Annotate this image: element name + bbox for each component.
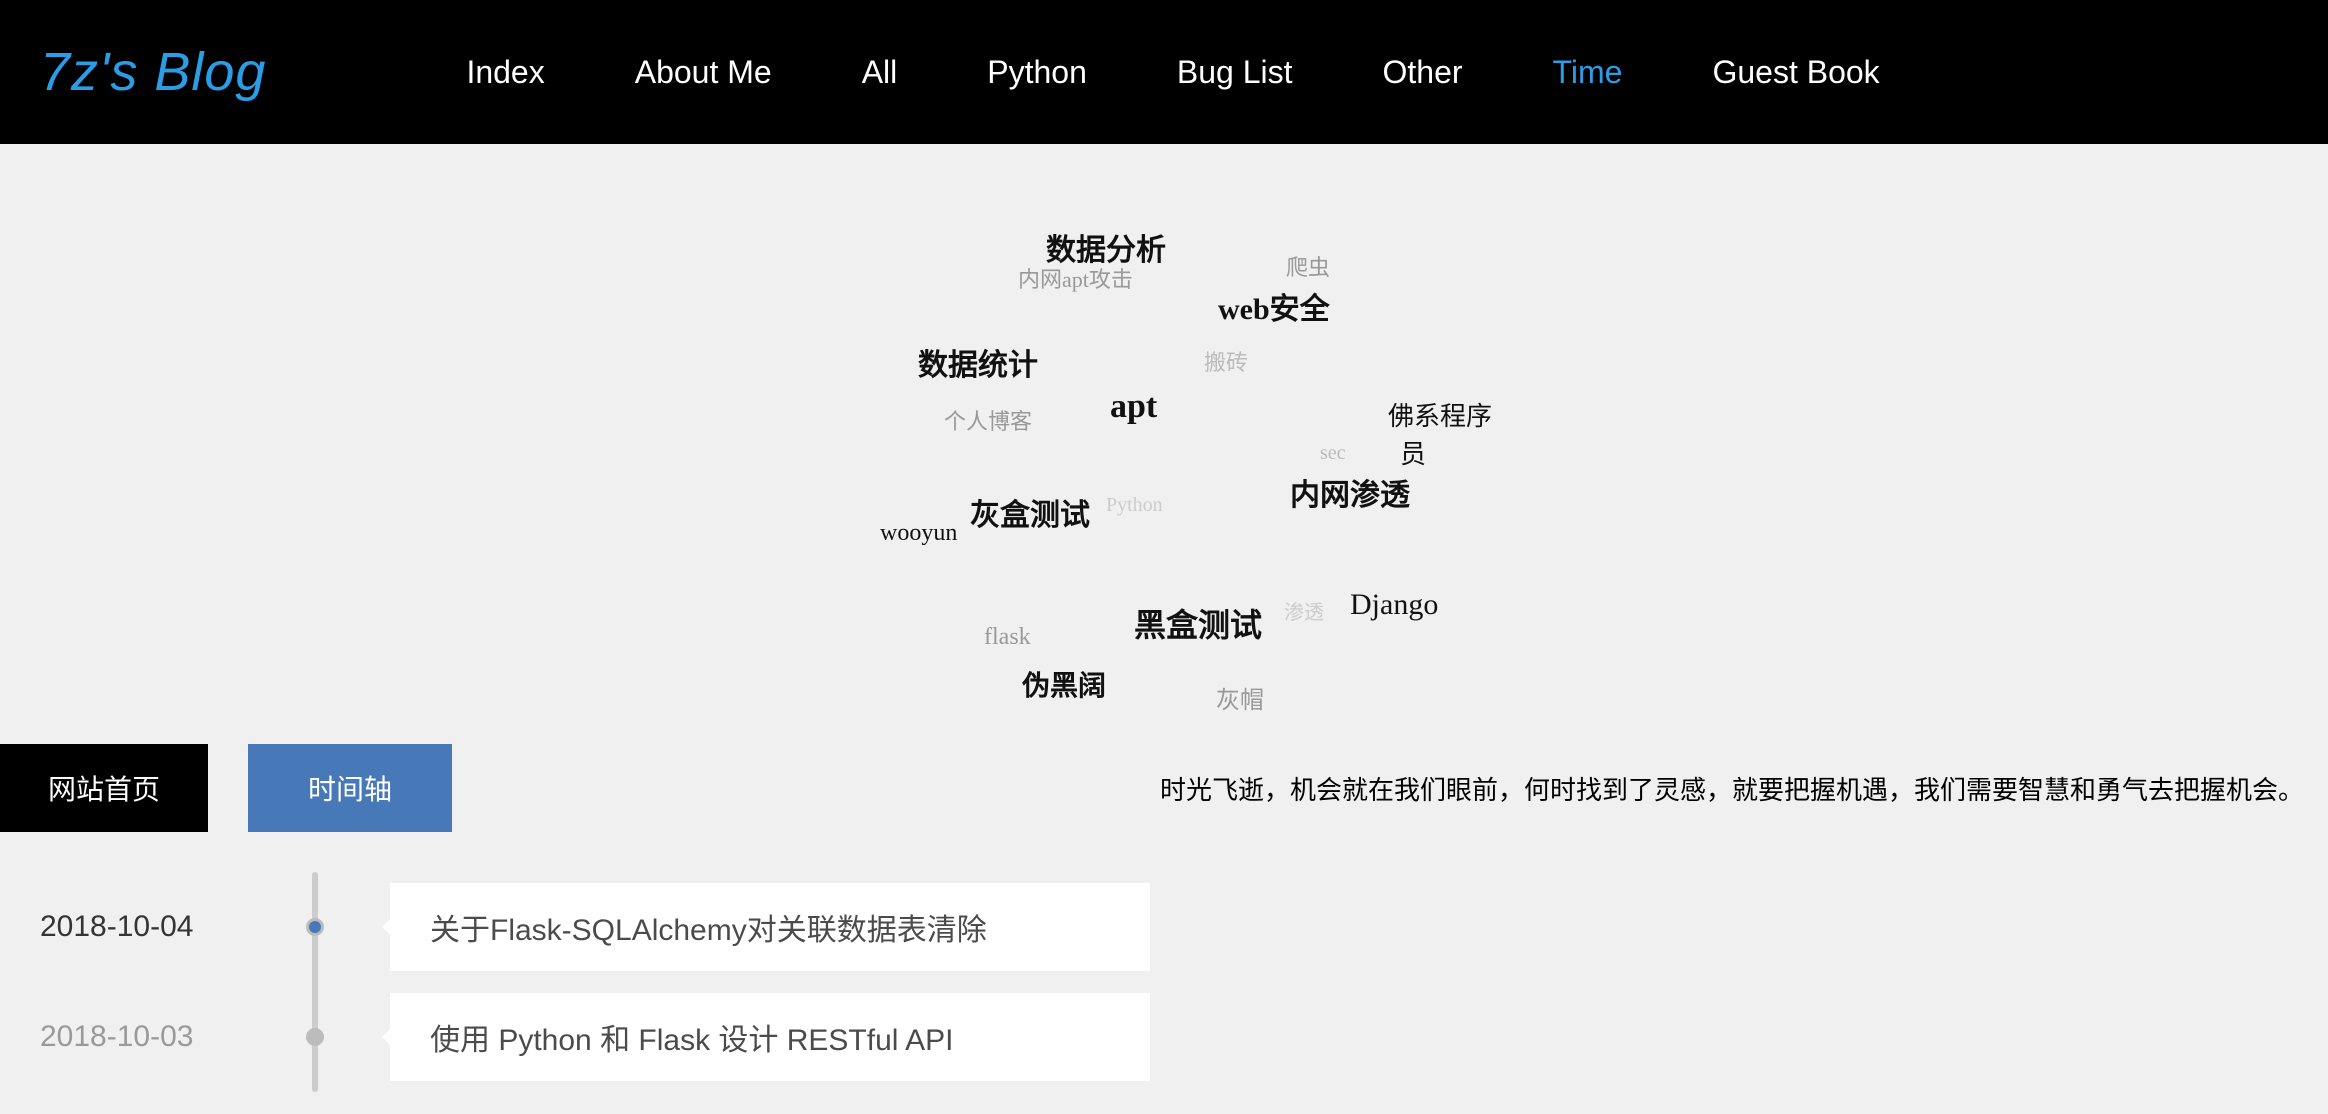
tab-row: 网站首页 时间轴 时光飞逝，机会就在我们眼前，何时找到了灵感，就要把握机遇，我们… bbox=[0, 744, 2328, 832]
nav-item-about-me[interactable]: About Me bbox=[635, 54, 772, 91]
tag-cloud-item[interactable]: 灰帽 bbox=[1216, 680, 1264, 715]
nav-item-python[interactable]: Python bbox=[987, 54, 1087, 91]
timeline-card[interactable]: 使用 Python 和 Flask 设计 RESTful API bbox=[390, 993, 1150, 1081]
tag-cloud-item[interactable]: 伪黑阔 bbox=[1022, 664, 1106, 704]
tab-home[interactable]: 网站首页 bbox=[0, 744, 208, 832]
tag-cloud-item[interactable]: flask bbox=[984, 624, 1031, 651]
tag-cloud: 数据分析内网apt攻击爬虫web安全数据统计搬砖个人博客apt佛系程序sec员内… bbox=[0, 144, 2328, 744]
header: 7z's Blog Index About Me All Python Bug List… bbox=[0, 0, 2328, 144]
tag-cloud-item[interactable]: apt bbox=[1110, 388, 1157, 426]
tag-cloud-item[interactable]: 个人博客 bbox=[944, 404, 1032, 436]
tag-cloud-item[interactable]: 爬虫 bbox=[1286, 250, 1330, 282]
nav-item-other[interactable]: Other bbox=[1383, 54, 1463, 91]
site-logo[interactable]: 7z's Blog bbox=[40, 41, 266, 103]
timeline-date: 2018-10-03 bbox=[40, 1020, 270, 1054]
timeline-item: 2018-10-03 使用 Python 和 Flask 设计 RESTful A… bbox=[40, 982, 2328, 1092]
tag-cloud-item[interactable]: 渗透 bbox=[1284, 596, 1324, 625]
tag-cloud-item[interactable]: Django bbox=[1350, 588, 1438, 622]
nav-item-bug-list[interactable]: Bug List bbox=[1177, 54, 1293, 91]
tag-cloud-item[interactable]: wooyun bbox=[880, 520, 957, 547]
timeline-card[interactable]: 关于Flask-SQLAlchemy对关联数据表清除 bbox=[390, 883, 1150, 971]
tag-cloud-item[interactable]: 内网渗透 bbox=[1290, 470, 1410, 514]
timeline-dot-icon bbox=[306, 918, 324, 936]
tag-cloud-item[interactable]: sec bbox=[1320, 442, 1346, 465]
nav-item-index[interactable]: Index bbox=[466, 54, 544, 91]
timeline-date: 2018-10-04 bbox=[40, 910, 270, 944]
quote-text: 时光飞逝，机会就在我们眼前，何时找到了灵感，就要把握机遇，我们需要智慧和勇气去把… bbox=[1160, 770, 2328, 807]
tag-cloud-item[interactable]: 数据统计 bbox=[918, 340, 1038, 384]
tab-timeline[interactable]: 时间轴 bbox=[248, 744, 452, 832]
timeline-item: 2018-10-04 关于Flask-SQLAlchemy对关联数据表清除 bbox=[40, 872, 2328, 982]
nav-item-guest-book[interactable]: Guest Book bbox=[1712, 54, 1879, 91]
nav-item-all[interactable]: All bbox=[862, 54, 898, 91]
nav-item-time[interactable]: Time bbox=[1553, 54, 1623, 91]
tag-cloud-item[interactable]: 灰盒测试 bbox=[970, 490, 1090, 534]
timeline: 2018-10-04关于Flask-SQLAlchemy对关联数据表清除2018… bbox=[40, 832, 2328, 1092]
tag-cloud-item[interactable]: 黑盒测试 bbox=[1134, 600, 1262, 646]
tag-cloud-item[interactable]: 佛系程序 bbox=[1388, 396, 1492, 433]
tag-cloud-item[interactable]: Python bbox=[1106, 494, 1163, 517]
tag-cloud-item[interactable]: 内网apt攻击 bbox=[1018, 262, 1133, 294]
timeline-dot-icon bbox=[306, 1028, 324, 1046]
tag-cloud-item[interactable]: 员 bbox=[1400, 434, 1426, 471]
tag-cloud-item[interactable]: web安全 bbox=[1218, 284, 1330, 328]
tag-cloud-item[interactable]: 搬砖 bbox=[1204, 345, 1248, 377]
main-nav: Index About Me All Python Bug List Other Time G… bbox=[466, 54, 1879, 91]
